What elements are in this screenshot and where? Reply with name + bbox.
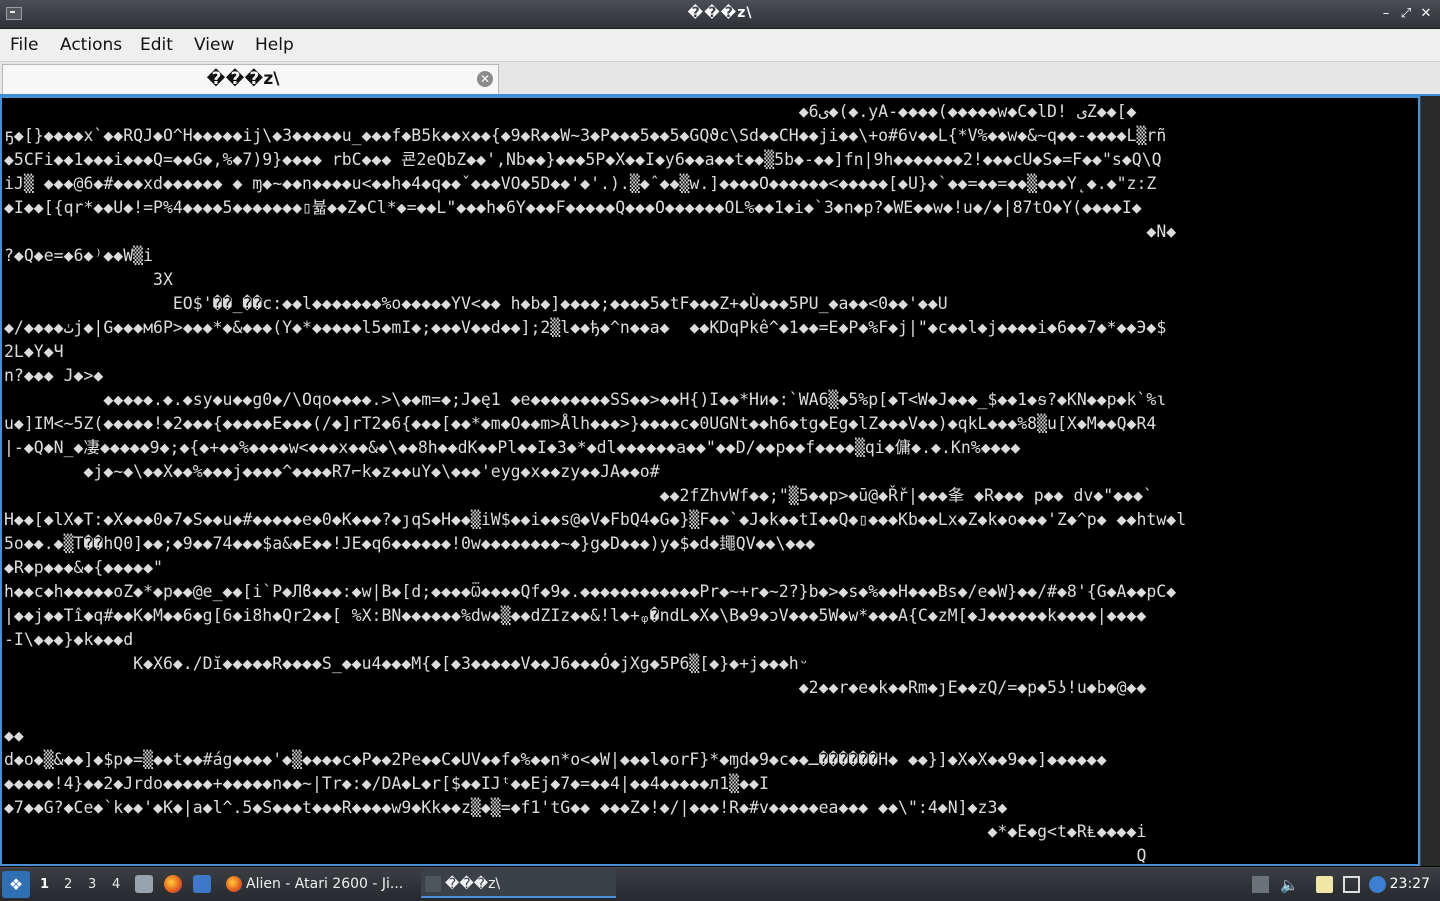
terminal-line: ◆/◆◆◆◆ٺj◆|G◆◆◆м6P>◆◆◆*◆&◆◆◆(Y◆*◆◆◆◆◆l5◆m… (4, 318, 1167, 337)
clipboard-icon[interactable] (1252, 876, 1269, 893)
notes-icon[interactable] (1316, 876, 1333, 893)
terminal-line: 5o◆◆.◆▒T��hQ0]◆◆;◆9◆◆74◆◆◆$a&◆E◆◆!JE◆q6◆… (4, 534, 816, 553)
terminal-line: 3X (4, 270, 173, 289)
menu-edit[interactable]: Edit (140, 35, 173, 55)
terminal-line: ◆I◆◆[{qr*◆◆U◆!=P%4◆◆◆◆5◆◆◆◆◆◆◆▯뷻◆◆Z◆Cl*◆… (4, 198, 1142, 217)
terminal-line: ◆◆ (4, 726, 24, 745)
terminal-line: ◆◆2fZhvWf◆◆;"▒5◆◆p>◆ū@◆Řř|◆◆◆夆 ◆R◆◆◆ p◆◆… (4, 486, 1153, 505)
terminal-line: ◆N◆ (4, 222, 1177, 241)
task-firefox-window[interactable]: Alien - Atari 2600 - Ji... (222, 871, 412, 898)
tab-terminal[interactable]: ���z\ ✕ (2, 64, 499, 94)
task-label: ���z\ (445, 876, 501, 892)
display-icon[interactable] (1343, 876, 1360, 893)
terminal-line: 2L◆Y◆Ч (4, 342, 64, 361)
workspace-3[interactable]: 3 (88, 877, 96, 892)
task-terminal-window[interactable]: ���z\ (421, 871, 616, 898)
minimize-button[interactable]: – (1376, 4, 1396, 24)
clock: 23:27 (1389, 876, 1430, 892)
terminal-line: ҕ◆[}◆◆◆◆x`◆◆RQJ◆O^H◆◆◆◆◆ij\◆3◆◆◆◆◆u_◆◆◆f… (4, 126, 1167, 145)
terminal-icon (425, 876, 441, 892)
workspace-4[interactable]: 4 (112, 877, 120, 892)
terminal-line: -I\◆◆◆}◆k◆◆◆d (4, 630, 134, 649)
terminal-line: iJ▒ ◆◆◆@6◆#◆◆◆xd◆◆◆◆◆◆ ◆ ɱ◆~◆◆n◆◆◆◆u<◆◆h… (4, 174, 1157, 193)
terminal-line: d◆o◆▒&◆◆]◆$p◆=▒◆◆t◆◆#ág◆◆◆◆'◆▒◆◆◆◆c◆P◆◆2… (4, 750, 1107, 769)
terminal-line: Q (4, 846, 1147, 865)
maximize-button[interactable]: ⤢ (1396, 4, 1416, 24)
tab-label: ���z\ (206, 69, 280, 89)
terminal-view[interactable]: ◆6ى◆(◆.yA-◆◆◆◆(◆◆◆◆◆w◆C◆lD! ىZ◆◆[◆ ҕ◆[}◆◆… (0, 96, 1420, 866)
window-titlebar[interactable]: ���z\ – ⤢ ✕ (0, 0, 1440, 29)
terminal-line: ◆j◆~◆\◆◆X◆◆%◆◆◆j◆◆◆◆^◆◆◆◆R7⌐k◆z◆◆uY◆\◆◆◆… (4, 462, 660, 481)
tab-strip: ���z\ ✕ (0, 62, 1440, 96)
terminal-line: h◆◆c◆h◆◆◆◆◆oZ◆*◆p◆◆@e_◆◆[i`P◆Лϐ◆◆◆:◆w|B◆… (4, 582, 1177, 601)
terminal-line: ◆6ى◆(◆.yA-◆◆◆◆(◆◆◆◆◆w◆C◆lD! ىZ◆◆[◆ (4, 102, 1137, 121)
terminal-line: ◆◆◆◆◆.◆.◆sy◆u◆◆g0◆/\Oqo◆◆◆◆.>\◆◆m=◆;J◆ę1… (4, 390, 1167, 409)
menubar: File Actions Edit View Help (0, 29, 1440, 62)
menu-file[interactable]: File (10, 35, 38, 55)
volume-icon[interactable]: 🔈 (1280, 876, 1299, 894)
terminal-line: K◆X6◆./Dĭ◆◆◆◆◆R◆◆◆◆S_◆◆u4◆◆◆M{◆[◆3◆◆◆◆◆V… (4, 654, 809, 673)
terminal-output: ◆6ى◆(◆.yA-◆◆◆◆(◆◆◆◆◆w◆C◆lD! ىZ◆◆[◆ ҕ◆[}◆◆… (2, 98, 1418, 865)
menu-actions[interactable]: Actions (60, 35, 122, 55)
terminal-line: ◆7◆◆G?◆Ce◆`k◆◆'◆K◆|a◆l^.5◆S◆◆◆t◆◆◆R◆◆◆◆w… (4, 798, 1008, 817)
network-icon[interactable] (1369, 876, 1386, 893)
window-title: ���z\ (687, 5, 753, 21)
terminal-line: |-◆Q◆N_◆凄◆◆◆◆◆9◆;◆{◆+◆◆%◆◆◆◆w<◆◆◆x◆◆&◆\◆… (4, 438, 1021, 457)
terminal-line: ?◆Q◆e=◆6◆⁾◆◆W▒i (4, 246, 154, 265)
terminal-line: ◆R◆p◆◆◆&◆{◆◆◆◆◆" (4, 558, 163, 577)
terminal-line: u◆]IM<~5Z(◆◆◆◆◆!◆2◆◆◆{◆◆◆◆◆E◆◆◆(/◆]rT2◆6… (4, 414, 1157, 433)
terminal-line: n?◆◆◆ J◆>◆ (4, 366, 104, 385)
task-label: Alien - Atari 2600 - Ji... (246, 876, 404, 892)
menu-help[interactable]: Help (255, 35, 294, 55)
file-manager-icon[interactable] (135, 875, 153, 893)
terminal-line: H◆◆[◆lX◆T:◆X◆◆◆0◆7◆S◆◆u◆#◆◆◆◆◆e◆0◆K◆◆◆?◆… (4, 510, 1187, 529)
workspace-2[interactable]: 2 (64, 877, 72, 892)
menu-view[interactable]: View (194, 35, 234, 55)
terminal-line: |◆◆j◆◆Tî◆q#◆◆K◆M◆◆6◆g[6◆i8h◆Qr2◆◆[ %X:BN… (4, 606, 1147, 625)
terminal-line: ◆*◆E◆g<t◆RⱠ◆◆◆◆i (4, 822, 1147, 841)
firefox-icon (226, 876, 242, 892)
terminal-line: EO$'��_��c:◆◆l◆◆◆◆◆◆◆%o◆◆◆◆◆YV<◆◆ h◆b◆]◆… (4, 294, 948, 313)
terminal-line: ◆2◆◆r◆e◆k◆◆Rm◆ȷE◆◆zQ/=◆p◆5ʖ!u◆b◆@◆◆ (4, 678, 1147, 697)
firefox-icon[interactable] (164, 875, 182, 893)
tab-close-icon[interactable]: ✕ (477, 71, 493, 87)
taskbar: ❖ 1 2 3 4 Alien - Atari 2600 - Ji... ���… (0, 867, 1440, 901)
workspace-1[interactable]: 1 (40, 877, 49, 892)
terminal-scrollbar[interactable] (1420, 96, 1440, 866)
start-menu-button[interactable]: ❖ (2, 871, 30, 898)
terminal-line: ◆5CFi◆◆1◆◆◆i◆◆◆Q=◆◆G◆,%◆7)9}◆◆◆◆ rbC◆◆◆ … (4, 150, 1162, 169)
close-window-button[interactable]: ✕ (1416, 4, 1436, 24)
terminal-line: ◆◆◆◆◆!4}◆◆2◆Jrdo◆◆◆◆◆+◆◆◆◆◆n◆◆~|Tr◆:◆/DA… (4, 774, 769, 793)
show-desktop-icon[interactable] (193, 875, 211, 893)
